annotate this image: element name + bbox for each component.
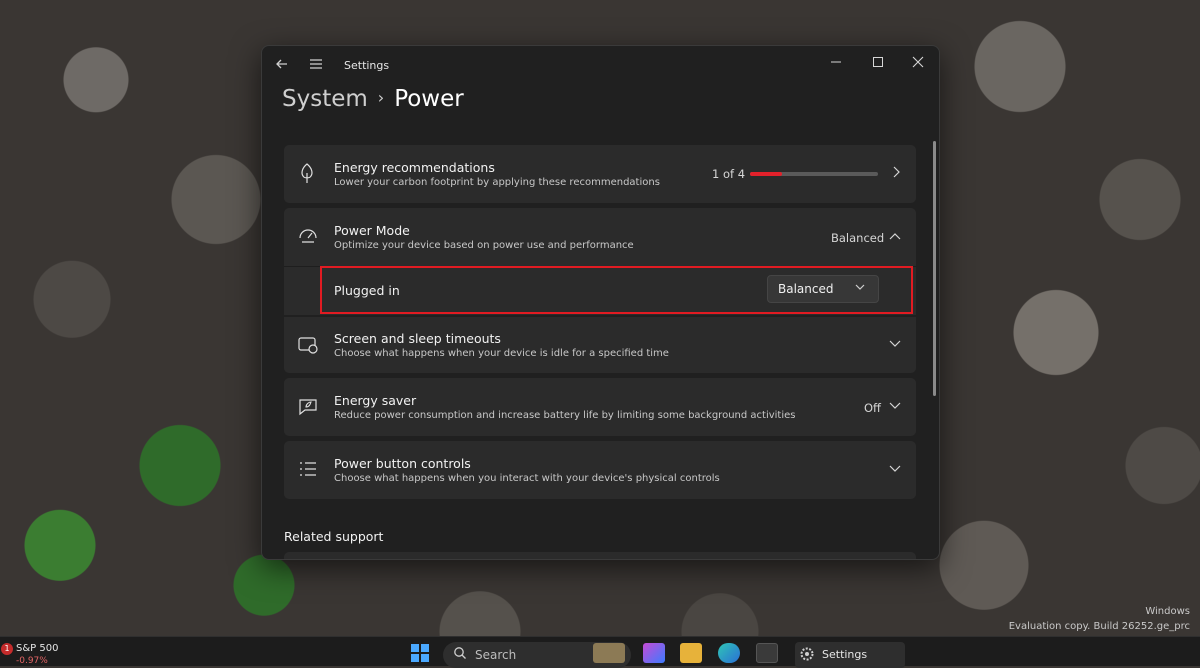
plugged-in-label: Plugged in	[334, 283, 400, 298]
energy-recommendations-subtitle: Lower your carbon footprint by applying …	[334, 177, 660, 188]
chevron-up-icon[interactable]	[888, 230, 902, 245]
power-button-controls-subtitle: Choose what happens when you interact wi…	[334, 473, 720, 484]
recommendations-count: 1 of 4	[712, 167, 746, 181]
search-icon	[453, 646, 467, 664]
power-mode-icon	[296, 224, 322, 250]
energy-saver-subtitle: Reduce power consumption and increase ba…	[334, 410, 796, 421]
file-explorer-icon[interactable]	[680, 643, 702, 663]
plugged-in-selected: Balanced	[778, 282, 834, 296]
edge-browser-icon[interactable]	[718, 643, 740, 663]
screen-sleep-title: Screen and sleep timeouts	[334, 331, 501, 346]
power-button-controls-title: Power button controls	[334, 456, 471, 471]
watermark-line1: Windows	[1145, 606, 1190, 617]
breadcrumb: System › Power	[282, 86, 464, 112]
chevron-down-icon[interactable]	[888, 463, 902, 478]
chevron-down-icon[interactable]	[888, 400, 902, 415]
breadcrumb-system[interactable]: System	[282, 86, 368, 112]
recommendations-progress-fill	[750, 172, 782, 176]
power-mode-subtitle: Optimize your device based on power use …	[334, 240, 634, 251]
maximize-button[interactable]	[860, 52, 896, 78]
plugged-in-dropdown[interactable]: Balanced	[767, 275, 879, 303]
search-placeholder: Search	[475, 648, 517, 662]
watermark-line2: Evaluation copy. Build 26252.ge_prc	[1008, 621, 1190, 632]
leaf-icon	[296, 161, 322, 187]
taskbar: 1 S&P 500 -0.97% Search Settings	[0, 636, 1200, 668]
title-bar: Settings	[262, 46, 939, 86]
back-arrow-icon[interactable]	[272, 56, 292, 76]
related-support-heading: Related support	[284, 529, 384, 544]
widget-badge: 1	[1, 643, 13, 655]
taskbar-settings-label: Settings	[822, 648, 868, 661]
breadcrumb-separator: ›	[377, 88, 385, 107]
screen-sleep-card[interactable]: Screen and sleep timeouts Choose what ha…	[284, 317, 916, 373]
recommendations-progress	[750, 172, 878, 176]
power-mode-title: Power Mode	[334, 223, 410, 238]
search-highlight-image	[593, 643, 625, 663]
app-title: Settings	[344, 59, 390, 72]
chevron-down-icon[interactable]	[888, 338, 902, 353]
energy-saver-title: Energy saver	[334, 393, 417, 408]
power-mode-value: Balanced	[831, 231, 885, 245]
energy-saver-icon	[296, 394, 322, 420]
energy-recommendations-card[interactable]: Energy recommendations Lower your carbon…	[284, 145, 916, 203]
screen-sleep-subtitle: Choose what happens when your device is …	[334, 348, 669, 359]
store-icon[interactable]	[756, 643, 778, 663]
power-button-controls-card[interactable]: Power button controls Choose what happen…	[284, 441, 916, 499]
settings-window: Settings System › Power Energy recommendat…	[261, 45, 940, 560]
screen-sleep-icon	[296, 333, 322, 359]
windows-start-icon[interactable]	[411, 644, 429, 666]
close-button[interactable]	[900, 52, 936, 78]
gear-icon	[799, 646, 815, 666]
widget-label[interactable]: S&P 500	[16, 643, 58, 654]
taskbar-settings-app[interactable]: Settings	[795, 642, 905, 668]
copilot-icon[interactable]	[643, 643, 665, 663]
related-support-card[interactable]	[284, 552, 916, 559]
scrollbar[interactable]	[933, 141, 936, 396]
minimize-button[interactable]	[818, 52, 854, 78]
hamburger-menu-icon[interactable]	[306, 56, 326, 76]
chevron-right-icon[interactable]	[890, 165, 902, 182]
energy-saver-card[interactable]: Energy saver Reduce power consumption an…	[284, 378, 916, 436]
energy-recommendations-title: Energy recommendations	[334, 160, 495, 175]
chevron-down-icon	[854, 281, 866, 296]
power-mode-card[interactable]: Power Mode Optimize your device based on…	[284, 208, 916, 266]
energy-saver-value: Off	[864, 401, 881, 415]
power-button-icon	[296, 457, 322, 483]
page-title: Power	[394, 86, 464, 112]
